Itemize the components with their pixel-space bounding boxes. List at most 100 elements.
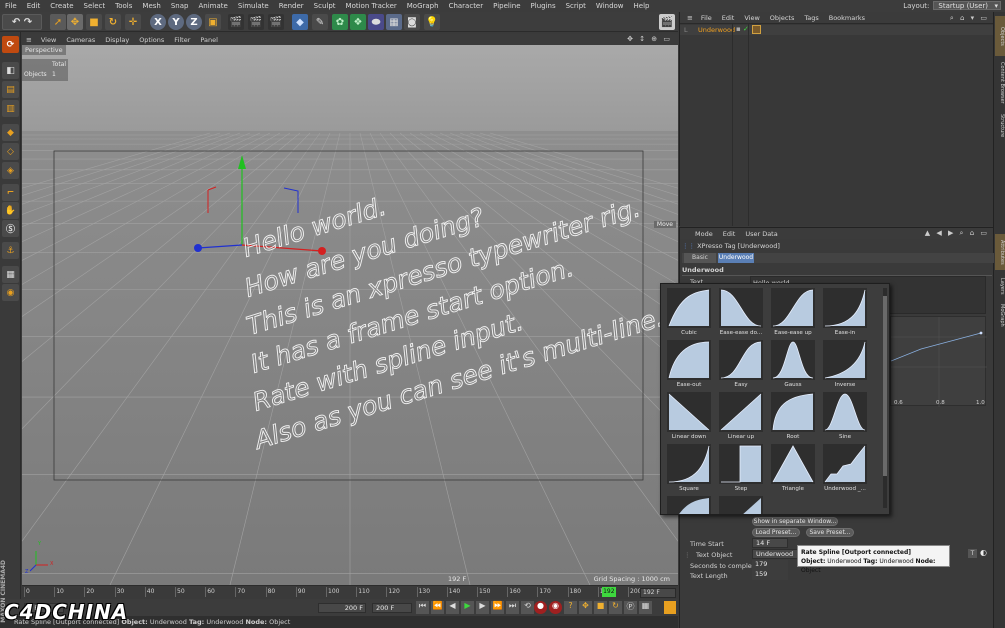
- menu-plugins[interactable]: Plugins: [526, 2, 561, 10]
- next-key-icon[interactable]: ⏩: [491, 601, 504, 614]
- load-preset-button[interactable]: Load Preset...: [752, 528, 800, 537]
- undo-redo-icon[interactable]: ↶ ↷: [2, 14, 42, 30]
- go-to-start-icon[interactable]: ⏮: [416, 601, 429, 614]
- grid-icon[interactable]: ▦: [2, 266, 19, 283]
- spline-preset-ease-out[interactable]: Ease-out: [667, 340, 711, 390]
- object-menu-objects[interactable]: Objects: [765, 14, 800, 22]
- menu-window[interactable]: Window: [591, 2, 629, 10]
- object-menu-file[interactable]: File: [696, 14, 717, 22]
- pen-spline-icon[interactable]: ✎: [312, 14, 328, 30]
- tab-layers[interactable]: Layers: [995, 274, 1005, 298]
- soft-selection-icon[interactable]: ◉: [2, 284, 19, 301]
- tweak-mode-icon[interactable]: ✋: [2, 202, 19, 219]
- viewport-menu-view[interactable]: View: [36, 36, 61, 44]
- points-mode-icon[interactable]: ◆: [2, 124, 19, 141]
- array-icon[interactable]: ❖: [350, 14, 366, 30]
- menu-sculpt[interactable]: Sculpt: [309, 2, 341, 10]
- attribute-menu-mode[interactable]: Mode: [690, 230, 718, 238]
- xpresso-tag-icon[interactable]: [752, 25, 761, 34]
- menu-mesh[interactable]: Mesh: [137, 2, 165, 10]
- object-menu-view[interactable]: View: [739, 14, 764, 22]
- viewport[interactable]: Hello world. How are you doing? This is an…: [22, 45, 678, 585]
- spline-preset-step[interactable]: Step: [719, 444, 763, 494]
- menu-character[interactable]: Character: [444, 2, 489, 10]
- text-object-field[interactable]: Underwood: [752, 549, 798, 559]
- play-icon[interactable]: ▶: [461, 601, 474, 614]
- tab-basic[interactable]: Basic: [684, 253, 716, 263]
- spline-preset-partial[interactable]: [667, 496, 711, 514]
- cube-icon[interactable]: ◆: [292, 14, 308, 30]
- key-scale-icon[interactable]: ■: [594, 601, 607, 614]
- spline-preset-sine[interactable]: Sine: [823, 392, 867, 442]
- attribute-menu-edit[interactable]: Edit: [718, 230, 741, 238]
- x-axis-lock-icon[interactable]: X: [150, 14, 166, 30]
- menu-script[interactable]: Script: [561, 2, 591, 10]
- key-position-icon[interactable]: ✥: [579, 601, 592, 614]
- object-menu-tags[interactable]: Tags: [799, 14, 823, 22]
- viewport-menu-filter[interactable]: Filter: [169, 36, 195, 44]
- lock-workplane-icon[interactable]: ⚓: [2, 242, 19, 259]
- move-tool-icon[interactable]: ✥: [67, 14, 83, 30]
- key-param-icon[interactable]: Ⓟ: [624, 601, 637, 614]
- spline-preset-underwood[interactable]: Underwood _...: [823, 444, 867, 494]
- visibility-icon[interactable]: ▪: [736, 25, 741, 33]
- spline-preset-cubic[interactable]: Cubic: [667, 288, 711, 338]
- menu-select[interactable]: Select: [79, 2, 111, 10]
- tab-content-browser[interactable]: Content Browser: [995, 60, 1005, 106]
- menu-edit[interactable]: Edit: [22, 2, 46, 10]
- timeline-playhead[interactable]: 192: [601, 587, 616, 597]
- prev-key-icon[interactable]: ⏪: [431, 601, 444, 614]
- menu-mograph[interactable]: MoGraph: [402, 2, 444, 10]
- polygons-mode-icon[interactable]: ◈: [2, 162, 19, 179]
- live-selection-icon[interactable]: ✛: [125, 14, 141, 30]
- attribute-nav-icons[interactable]: ▲ ◀ ▶ ⌕ ⌂ ▭: [925, 229, 989, 238]
- rotate-tool-icon[interactable]: ↻: [105, 14, 121, 30]
- menu-snap[interactable]: Snap: [166, 2, 194, 10]
- floor-icon[interactable]: ▦: [386, 14, 402, 30]
- preset-scrollbar[interactable]: [883, 288, 887, 508]
- timeline-ruler[interactable]: 0 10 20 30 40 50 60 70 80 90 100 110 120 130 140 150 160…: [22, 585, 678, 599]
- loop-icon[interactable]: ⟲: [521, 601, 534, 614]
- menu-help[interactable]: Help: [629, 2, 655, 10]
- tab-attributes[interactable]: Attributes: [995, 234, 1005, 270]
- menu-create[interactable]: Create: [45, 2, 78, 10]
- save-preset-button[interactable]: Save Preset...: [806, 528, 854, 537]
- tab-mograph[interactable]: MoGraph: [995, 300, 1005, 330]
- viewport-menu-panel[interactable]: Panel: [195, 36, 223, 44]
- time-start-field[interactable]: 14 F: [752, 538, 788, 548]
- model-mode-icon[interactable]: ◧: [2, 62, 19, 79]
- clapper-icon[interactable]: 🎬: [659, 14, 675, 30]
- edges-mode-icon[interactable]: ◇: [2, 143, 19, 160]
- menu-file[interactable]: File: [0, 2, 22, 10]
- texture-mode-icon[interactable]: ▤: [2, 81, 19, 98]
- camera-icon[interactable]: ◙: [404, 14, 420, 30]
- tab-objects[interactable]: Objects: [995, 16, 1005, 56]
- menu-render[interactable]: Render: [274, 2, 309, 10]
- menu-motion-tracker[interactable]: Motion Tracker: [341, 2, 402, 10]
- spline-preset-triangle[interactable]: Triangle: [771, 444, 815, 494]
- render-picture-viewer-icon[interactable]: 🎬: [248, 14, 264, 30]
- spline-preset-partial[interactable]: [719, 496, 763, 514]
- menu-pipeline[interactable]: Pipeline: [488, 2, 525, 10]
- text-object-type-icon[interactable]: T: [968, 549, 977, 558]
- select-tool-icon[interactable]: ➚: [50, 14, 66, 30]
- record-key-icon[interactable]: ●: [534, 601, 547, 614]
- timeline-menu-icon[interactable]: [664, 601, 676, 614]
- go-to-end-icon[interactable]: ⏭: [506, 601, 519, 614]
- y-axis-lock-icon[interactable]: Y: [168, 14, 184, 30]
- viewport-menu-icon[interactable]: ≡: [22, 36, 36, 44]
- tab-underwood[interactable]: Underwood: [718, 253, 754, 263]
- preset-scroll-thumb[interactable]: [883, 296, 887, 476]
- key-rotation-icon[interactable]: ↻: [609, 601, 622, 614]
- spline-preset-easy[interactable]: Easy: [719, 340, 763, 390]
- min-frame-field[interactable]: 200 F: [318, 603, 366, 613]
- object-name[interactable]: Underwood: [698, 26, 735, 34]
- deformer-icon[interactable]: ⬬: [368, 14, 384, 30]
- spline-preset-square[interactable]: Square: [667, 444, 711, 494]
- key-pla-icon[interactable]: ▦: [639, 601, 652, 614]
- timeline-end-field[interactable]: 192 F: [640, 588, 676, 598]
- spline-preset-inverse[interactable]: Inverse: [823, 340, 867, 390]
- autokey-icon[interactable]: ◉: [549, 601, 562, 614]
- next-frame-icon[interactable]: ▶: [476, 601, 489, 614]
- max-frame-field[interactable]: 200 F: [372, 603, 412, 613]
